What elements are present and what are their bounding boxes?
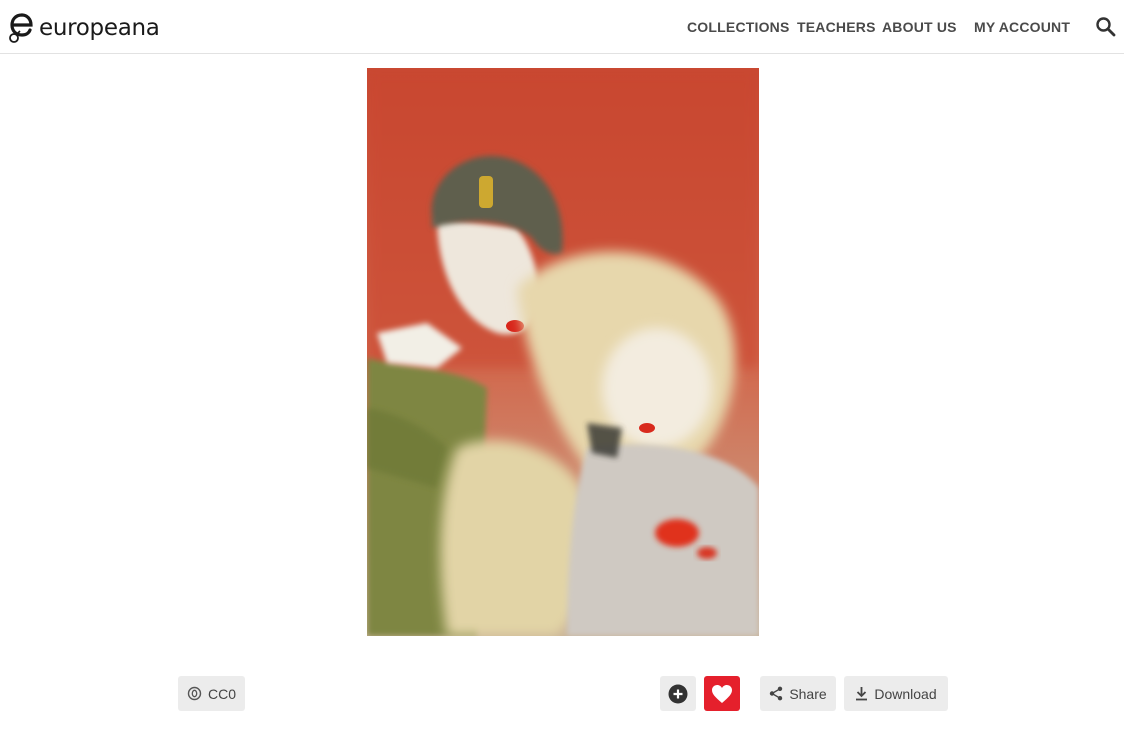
like-button[interactable] — [704, 676, 740, 711]
license-button[interactable]: CC0 — [178, 676, 245, 711]
brand-name: europeana — [39, 15, 160, 41]
license-label: CC0 — [207, 685, 236, 702]
share-label: Share — [789, 685, 827, 702]
painting-image — [367, 68, 759, 636]
nav-teachers[interactable]: TEACHERS — [797, 18, 876, 36]
nav-my-account[interactable]: MY ACCOUNT — [974, 18, 1070, 36]
nav-about-us[interactable]: ABOUT US — [882, 18, 957, 36]
share-icon — [769, 686, 783, 701]
add-to-gallery-button[interactable] — [660, 676, 696, 711]
download-arrow-icon — [855, 686, 868, 701]
search-icon — [1096, 17, 1116, 37]
download-label: Download — [874, 685, 937, 702]
artwork-image[interactable] — [367, 68, 759, 636]
europeana-logo[interactable]: europeana — [8, 11, 160, 45]
search-button[interactable] — [1094, 15, 1118, 39]
top-navigation-bar: europeana COLLECTIONS TEACHERS ABOUT US … — [0, 0, 1124, 54]
share-button[interactable]: Share — [760, 676, 836, 711]
plus-circle-icon — [668, 684, 688, 704]
heart-icon — [711, 684, 733, 704]
nav-collections[interactable]: COLLECTIONS — [687, 18, 790, 36]
europeana-logo-icon — [9, 13, 33, 43]
public-domain-icon — [187, 686, 202, 701]
download-button[interactable]: Download — [844, 676, 948, 711]
